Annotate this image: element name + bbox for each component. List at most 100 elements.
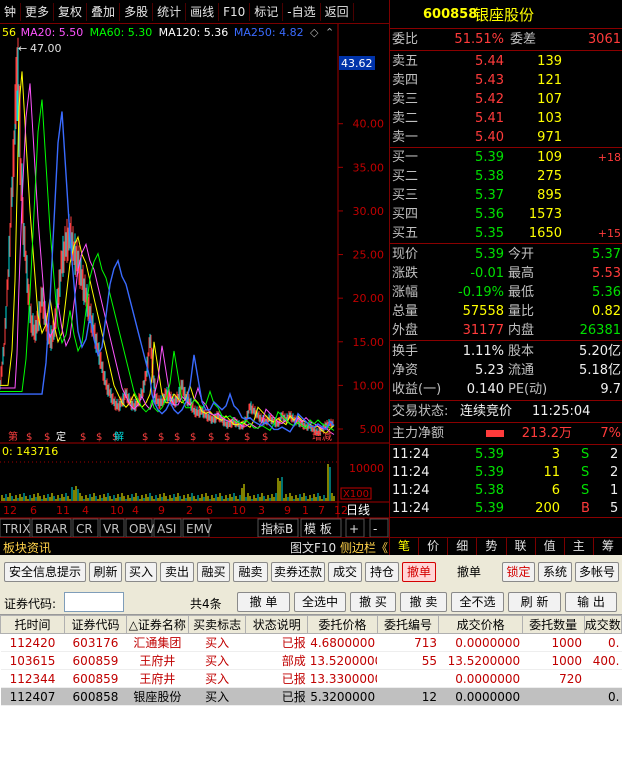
sell-level[interactable]: 卖四 5.43 121 [390,71,622,90]
column-header[interactable]: 成交价格 [438,615,523,634]
column-header[interactable]: 委托价格 [307,615,378,634]
indicator-tab-label[interactable]: - [373,522,377,536]
indicator-tab-label[interactable]: 指标B [261,521,293,536]
buy-level[interactable]: 买二 5.38 275 [390,167,622,186]
column-header[interactable]: 买卖标志 [187,615,247,634]
sell-level[interactable]: 卖二 5.41 103 [390,109,622,128]
order-action-button[interactable]: 刷 新 [508,592,561,612]
trade-button[interactable]: 卖出 [160,562,194,582]
toolbar-item[interactable]: -自选 [283,2,321,21]
quote-tab[interactable]: 价 [418,538,447,556]
period-label[interactable]: 日线 [346,503,370,517]
trade-button[interactable]: 安全信息提示 [4,562,86,582]
indicator-tab-label[interactable]: ASI [157,522,176,536]
order-row[interactable]: 103615 600859 王府井 买入 部成 13.5200000 55 13.520000… [0,651,622,670]
toolbar-item[interactable]: 叠加 [87,2,121,21]
order-row[interactable]: 112420 603176 汇通集团 买入 已报 4.6800000 713 0.000000… [0,633,622,652]
trade-button[interactable]: 刷新 [89,562,122,582]
order-action-button[interactable]: 撤 买 [350,592,396,612]
quote-tab[interactable]: 细 [447,538,476,556]
indicator-tab-label[interactable]: 模 板 [304,522,332,536]
toolbar-item[interactable]: 钟 [0,2,22,21]
event-marker[interactable]: $ [96,432,102,443]
order-row[interactable]: 112407 600858 银座股份 买入 已报 5.3200000 12 0.0000000… [0,687,622,706]
column-header[interactable]: 成交数 [583,615,622,634]
event-marker[interactable]: $ [80,432,86,443]
toolbar-item[interactable]: F10 [219,2,251,21]
trade-button[interactable]: 持仓 [365,562,399,582]
column-header[interactable]: 状态说明 [245,615,309,634]
indicator-tab-label[interactable]: BRAR [35,522,68,536]
toolbar-item[interactable]: 多股 [120,2,154,21]
event-marker[interactable]: $ [190,432,196,443]
indicator-tab-label[interactable]: OBV [129,522,155,536]
diamond-icon[interactable]: ◇ [310,26,319,39]
toolbar-item[interactable]: 返回 [321,2,354,21]
column-header[interactable]: △证券名称 [125,615,189,634]
trade-button[interactable]: 融买 [197,562,230,582]
buy-level[interactable]: 买五 5.35 1650 +15 [390,224,622,243]
quote-tab[interactable]: 主 [563,538,593,556]
trade-button[interactable]: 融卖 [233,562,268,582]
sidebar-toggle[interactable]: 侧边栏《 [340,539,388,556]
event-marker[interactable]: $ [244,432,250,443]
trade-button[interactable]: 撤单 [402,562,436,582]
event-marker[interactable]: $ [26,432,32,443]
event-marker[interactable]: 第 [8,430,18,443]
quote-tab[interactable]: 笔 [389,538,418,556]
trade-button[interactable]: 撤单 [441,562,497,582]
toolbar-item[interactable]: 标记 [250,2,284,21]
midbar: 板块资讯 图文F10 侧边栏《 笔价细势联值主筹 [0,537,622,556]
code-input[interactable] [64,592,124,612]
expand-icon[interactable]: ⌃ [325,26,334,39]
trade-button[interactable]: 系统 [538,562,572,582]
kline-chart[interactable]: 56 MA20: 5.50 MA60: 5.30 MA120: 5.36 MA250: … [0,24,389,542]
toolbar-item[interactable]: 统计 [153,2,187,21]
buy-level[interactable]: 买四 5.36 1573 [390,205,622,224]
toolbar-item[interactable]: 更多 [21,2,55,21]
buy-level[interactable]: 买三 5.37 895 [390,186,622,205]
column-header[interactable]: 证券代码 [64,615,127,634]
event-marker[interactable]: $ [262,432,268,443]
toolbar-item[interactable]: 复权 [54,2,88,21]
order-action-button[interactable]: 全不选 [451,592,504,612]
trade-button[interactable]: 锁定 [502,562,535,582]
quote-tab[interactable]: 筹 [592,538,622,556]
sell-level[interactable]: 卖五 5.44 139 [390,52,622,71]
indicator-tab-label[interactable]: + [349,522,359,536]
sell-level[interactable]: 卖一 5.40 971 [390,128,622,147]
column-header[interactable]: 托时间 [0,615,66,634]
buy-level[interactable]: 买一 5.39 109 +18 [390,148,622,167]
quote-tab[interactable]: 势 [476,538,505,556]
event-marker[interactable]: $ [224,432,230,443]
indicator-tab-label[interactable]: TRIX [2,522,30,536]
indicator-tab-label[interactable]: CR [76,522,93,536]
column-header[interactable]: 委托数量 [521,615,585,634]
trade-button[interactable]: 买入 [125,562,157,582]
event-marker[interactable]: 增减 [312,430,332,443]
quote-tab[interactable]: 联 [505,538,535,556]
event-marker[interactable]: $ [174,432,180,443]
sell-level[interactable]: 卖三 5.42 107 [390,90,622,109]
order-action-button[interactable]: 撤 卖 [400,592,447,612]
order-action-button[interactable]: 全选中 [294,592,346,612]
event-marker[interactable]: $ [158,432,164,443]
quote-tab[interactable]: 值 [534,538,564,556]
f10-tab[interactable]: 图文F10 [290,539,336,556]
column-header[interactable]: 委托编号 [376,615,440,634]
order-action-button[interactable]: 输 出 [565,592,617,612]
trade-button[interactable]: 多帐号 [575,562,619,582]
trade-button[interactable]: 卖券还款 [271,562,325,582]
order-row[interactable]: 112344 600859 王府井 买入 已报 13.3300000 0.0000000 72… [0,669,622,688]
trade-button[interactable]: 成交 [328,562,362,582]
event-marker[interactable]: $ [208,432,214,443]
event-marker[interactable]: 解 [114,430,124,443]
event-marker[interactable]: $ [142,432,148,443]
event-marker[interactable]: $ [44,432,50,443]
toolbar-item[interactable]: 画线 [186,2,220,21]
sector-info-tab[interactable]: 板块资讯 [3,539,51,556]
indicator-tab-label[interactable]: EMV [186,522,213,536]
order-action-button[interactable]: 撤 单 [237,592,290,612]
event-marker[interactable]: 定 [56,430,66,443]
indicator-tab-label[interactable]: VR [103,522,120,536]
